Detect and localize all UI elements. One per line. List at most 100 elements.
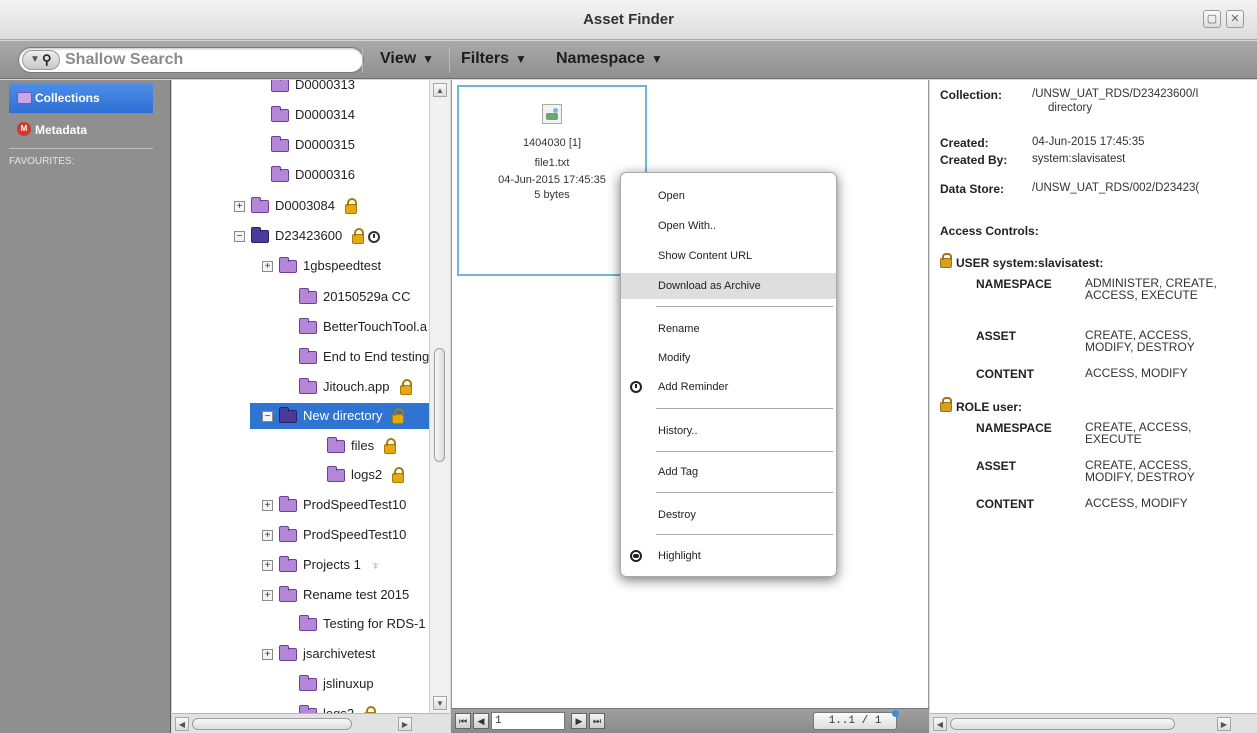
- menu-item-modify[interactable]: Modify: [621, 345, 836, 371]
- tree-row[interactable]: D0000316: [271, 162, 355, 188]
- menu-item-label: History..: [658, 425, 698, 437]
- tree-row[interactable]: + jsarchivetest: [262, 641, 375, 667]
- view-menu-label: View: [380, 50, 417, 67]
- sidebar-item-label: Collections: [35, 91, 100, 105]
- scroll-left-icon[interactable]: ◀: [175, 717, 189, 731]
- acl-resource: CONTENT: [976, 497, 1034, 511]
- scroll-down-icon[interactable]: ▼: [433, 696, 447, 710]
- folder-icon: [251, 197, 269, 214]
- tree-row[interactable]: logs2: [327, 462, 405, 488]
- search-input[interactable]: [65, 50, 355, 70]
- close-button[interactable]: ✕: [1226, 10, 1244, 28]
- created-value: 04-Jun-2015 17:45:35: [1032, 136, 1145, 148]
- menu-item-label: Rename: [658, 323, 700, 335]
- tree-vertical-scrollbar[interactable]: ▲ ▼: [429, 80, 450, 713]
- sidebar-item-collections[interactable]: Collections: [9, 83, 153, 113]
- tree-row[interactable]: − New directory: [250, 403, 430, 429]
- asset-date: 04-Jun-2015 17:45:35: [498, 174, 606, 186]
- toolbar-divider: [362, 47, 363, 73]
- tree-row[interactable]: D0000313: [271, 80, 355, 98]
- first-page-button[interactable]: ⏮: [455, 713, 471, 729]
- scroll-up-icon[interactable]: ▲: [433, 83, 447, 97]
- folder-icon: [279, 556, 297, 573]
- collapse-icon[interactable]: −: [262, 411, 273, 423]
- menu-item-history[interactable]: History..: [621, 418, 836, 444]
- prev-page-button[interactable]: ◀: [473, 713, 489, 729]
- expand-icon[interactable]: +: [234, 201, 245, 213]
- sidebar: Collections M Metadata FAVOURITES:: [0, 80, 171, 733]
- lock-icon: [392, 466, 405, 483]
- scroll-right-icon[interactable]: ▶: [398, 717, 412, 731]
- highlight-icon: [630, 550, 642, 562]
- scroll-thumb[interactable]: [192, 718, 352, 730]
- filters-menu-label: Filters: [461, 50, 510, 67]
- menu-item-destroy[interactable]: Destroy: [621, 502, 836, 528]
- tree-row-label: Projects 1: [303, 557, 361, 572]
- menu-item-add-tag[interactable]: Add Tag: [621, 459, 836, 485]
- folder-icon: [279, 526, 297, 543]
- menu-item-highlight[interactable]: Highlight: [621, 543, 836, 569]
- tree-row[interactable]: End to End testing: [299, 344, 429, 370]
- menu-item-download-as-archive[interactable]: Download as Archive: [621, 273, 836, 299]
- expand-icon[interactable]: +: [262, 560, 273, 572]
- page-count-label: 1..1 / 1: [828, 715, 882, 727]
- image-placeholder-icon: [542, 104, 562, 124]
- tree-row[interactable]: − D23423600: [234, 223, 381, 249]
- toolbar-divider: [449, 47, 450, 73]
- tree-row[interactable]: logs2: [299, 701, 377, 713]
- next-page-button[interactable]: ▶: [571, 713, 587, 729]
- tree-row[interactable]: + ProdSpeedTest10: [262, 522, 406, 548]
- details-horizontal-scrollbar[interactable]: ◀ ▶: [930, 713, 1257, 733]
- tree-row-label: jsarchivetest: [303, 646, 376, 661]
- scroll-right-icon[interactable]: ▶: [1217, 717, 1231, 731]
- tree-row[interactable]: jslinuxup: [299, 671, 374, 697]
- collection-label: Collection:: [940, 88, 1002, 102]
- tree-row[interactable]: + Projects 1 ♆: [262, 552, 381, 578]
- restore-button[interactable]: ▢: [1203, 10, 1221, 28]
- tree-row[interactable]: 20150529a CC: [299, 284, 410, 310]
- scroll-thumb[interactable]: [434, 348, 445, 462]
- folder-icon: [251, 227, 269, 244]
- search-mode-dropdown[interactable]: ▼ ⚲: [22, 50, 60, 70]
- window-title: Asset Finder: [583, 11, 674, 28]
- collapse-icon[interactable]: −: [234, 231, 245, 243]
- tree-row[interactable]: files: [327, 433, 397, 459]
- collection-value: /UNSW_UAT_RDS/D23423600/I: [1032, 88, 1199, 100]
- view-menu-button[interactable]: View ▼: [380, 50, 434, 68]
- tree-horizontal-scrollbar[interactable]: ◀ ▶: [172, 713, 450, 733]
- metadata-icon: M: [17, 122, 31, 136]
- expand-icon[interactable]: +: [262, 590, 273, 602]
- menu-item-open-with[interactable]: Open With..: [621, 213, 836, 239]
- tree-row[interactable]: + ProdSpeedTest10: [262, 492, 406, 518]
- clock-icon: [368, 230, 381, 243]
- tree-row[interactable]: + Rename test 2015: [262, 582, 409, 608]
- scroll-left-icon[interactable]: ◀: [933, 717, 947, 731]
- filters-menu-button[interactable]: Filters ▼: [461, 50, 527, 68]
- page-number-input[interactable]: [491, 712, 565, 730]
- expand-icon[interactable]: +: [262, 261, 273, 273]
- acl-resource: ASSET: [976, 459, 1017, 473]
- tree-row[interactable]: + D0003084: [234, 193, 357, 219]
- menu-item-rename[interactable]: Rename: [621, 316, 836, 342]
- tree-row[interactable]: BetterTouchTool.a: [299, 314, 427, 340]
- expand-icon[interactable]: +: [262, 649, 273, 661]
- expand-icon[interactable]: +: [262, 530, 273, 542]
- last-page-button[interactable]: ⏭: [589, 713, 605, 729]
- asset-tile[interactable]: 1404030 [1] file1.txt 04-Jun-2015 17:45:…: [457, 85, 647, 276]
- tree-row[interactable]: +1gbspeedtest: [262, 253, 381, 279]
- tree-row[interactable]: D0000314: [271, 102, 355, 128]
- tree-row[interactable]: Testing for RDS-1: [299, 611, 426, 637]
- menu-item-show-content-url[interactable]: Show Content URL: [621, 243, 836, 269]
- details-panel: Collection: /UNSW_UAT_RDS/D23423600/I di…: [930, 80, 1257, 713]
- sidebar-item-metadata[interactable]: M Metadata: [9, 115, 153, 145]
- menu-item-add-reminder[interactable]: Add Reminder: [621, 374, 836, 400]
- asset-size: 5 bytes: [534, 189, 570, 201]
- acl-permissions: CREATE, ACCESS, EXECUTE: [1085, 420, 1192, 446]
- scroll-thumb[interactable]: [950, 718, 1175, 730]
- expand-icon[interactable]: +: [262, 500, 273, 512]
- tree-row-label: ProdSpeedTest10: [303, 497, 407, 512]
- tree-row[interactable]: D0000315: [271, 132, 355, 158]
- menu-item-open[interactable]: Open: [621, 183, 836, 209]
- namespace-menu-button[interactable]: Namespace ▼: [556, 50, 663, 68]
- tree-row[interactable]: Jitouch.app: [299, 374, 412, 400]
